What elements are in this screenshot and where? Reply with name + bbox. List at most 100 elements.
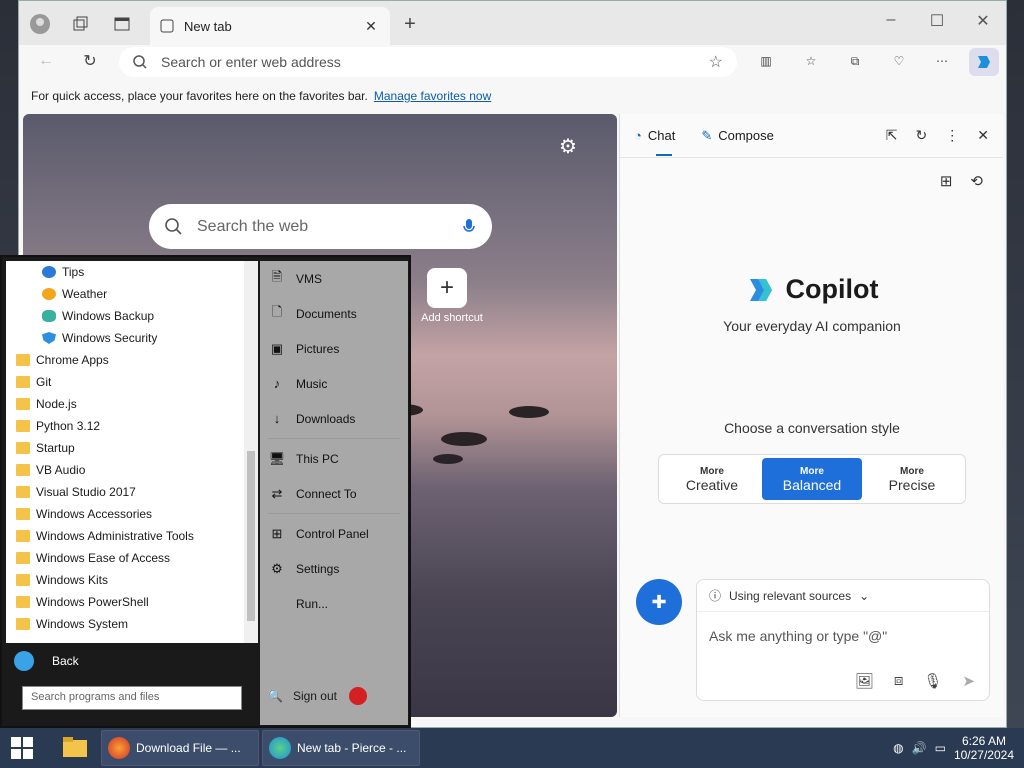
browser-essentials-icon[interactable]: ♡ xyxy=(888,50,910,72)
add-shortcut-button[interactable]: + xyxy=(427,268,467,308)
start-item-downloads[interactable]: ↓ Downloads xyxy=(260,401,408,436)
clock[interactable]: 6:26 AM 10/27/2024 xyxy=(954,734,1014,762)
copilot-icon[interactable] xyxy=(969,48,999,76)
list-item[interactable]: VB Audio xyxy=(6,459,258,481)
manage-favorites-link[interactable]: Manage favorites now xyxy=(374,89,491,103)
program-search-input[interactable]: Search programs and files xyxy=(22,686,242,710)
list-item[interactable]: Startup xyxy=(6,437,258,459)
list-item[interactable]: Windows PowerShell xyxy=(6,591,258,613)
close-window-button[interactable]: ✕ xyxy=(970,11,996,33)
start-item-documents[interactable]: 🗋 Documents xyxy=(260,296,408,331)
network-globe-icon[interactable]: ◍ xyxy=(893,741,903,755)
rock xyxy=(433,454,463,464)
list-item[interactable]: Chrome Apps xyxy=(6,349,258,371)
copilot-header: ◔ Chat ✎ Compose ⇱ ↻ ⋮ ✕ xyxy=(620,114,1003,158)
favorite-star-icon[interactable]: ☆ xyxy=(709,52,723,72)
page-settings-gear-icon[interactable]: ⚙ xyxy=(559,134,577,159)
folder-icon xyxy=(16,596,30,608)
volume-icon[interactable]: 🔊 xyxy=(912,741,927,755)
list-item[interactable]: Node.js xyxy=(6,393,258,415)
sources-selector[interactable]: ⓘ Using relevant sources ⌄ xyxy=(697,580,989,612)
screenshot-icon[interactable]: ⧈ xyxy=(894,672,904,690)
list-item[interactable]: Tips xyxy=(6,261,258,283)
start-item-run[interactable]: Run... xyxy=(260,586,408,621)
taskbar-item-firefox[interactable]: Download File — ... xyxy=(101,730,259,766)
style-creative-button[interactable]: More Creative xyxy=(662,458,762,500)
workspaces-icon[interactable] xyxy=(69,13,91,35)
start-button[interactable] xyxy=(10,736,34,763)
list-item[interactable]: Windows Administrative Tools xyxy=(6,525,258,547)
microphone-icon[interactable] xyxy=(462,218,476,236)
pictures-icon: ▣ xyxy=(270,340,284,356)
documents-icon: 🗋 xyxy=(271,303,283,319)
tab-new-tab[interactable]: New tab ✕ xyxy=(150,7,390,45)
split-screen-icon[interactable]: ▥ xyxy=(755,50,777,72)
back-button[interactable]: Back xyxy=(6,647,258,675)
weather-icon xyxy=(42,288,56,300)
profile-icon[interactable] xyxy=(29,13,51,35)
refresh-icon[interactable]: ↻ xyxy=(79,50,101,72)
close-tab-icon[interactable]: ✕ xyxy=(362,18,380,35)
list-item[interactable]: Visual Studio 2017 xyxy=(6,481,258,503)
start-item-this-pc[interactable]: 🖥 This PC xyxy=(260,441,408,476)
copilot-title: Copilot xyxy=(785,274,879,304)
vertical-tabs-icon[interactable] xyxy=(111,13,133,35)
chat-input[interactable]: Ask me anything or type "@" xyxy=(697,612,989,660)
start-item-vms[interactable]: 🗎 VMS xyxy=(260,261,408,296)
plugins-icon[interactable]: ⊞ xyxy=(940,172,953,190)
list-item[interactable]: Windows Backup xyxy=(6,305,258,327)
web-search-box[interactable]: Search the web xyxy=(149,204,492,249)
list-item[interactable]: Windows Ease of Access xyxy=(6,547,258,569)
more-menu-icon[interactable]: ⋯ xyxy=(931,50,953,72)
list-item[interactable]: Weather xyxy=(6,283,258,305)
firefox-icon xyxy=(108,737,130,759)
new-tab-button[interactable]: + xyxy=(399,13,421,35)
tab-chat[interactable]: ◔ Chat xyxy=(634,128,675,156)
add-shortcut-label: Add shortcut xyxy=(421,312,483,324)
list-item[interactable]: Windows Security xyxy=(6,327,258,349)
refresh-icon[interactable]: ↻ xyxy=(916,127,928,144)
start-item-pictures[interactable]: ▣ Pictures xyxy=(260,331,408,366)
new-chat-button[interactable]: ✚ xyxy=(636,579,682,625)
scrollbar-thumb[interactable] xyxy=(247,451,255,621)
system-tray: ◍ 🔊 ▭ 6:26 AM 10/27/2024 xyxy=(893,728,1014,768)
list-item[interactable]: Python 3.12 xyxy=(6,415,258,437)
history-icon[interactable]: ⟲ xyxy=(970,172,983,190)
music-icon: ♪ xyxy=(273,376,281,391)
back-arrow-icon[interactable]: ← xyxy=(35,50,57,72)
conversation-style-selector: More Creative More Balanced More Precise xyxy=(658,454,966,504)
tab-compose[interactable]: ✎ Compose xyxy=(701,128,774,144)
address-bar-row: ← ↻ Search or enter web address ☆ ▥ ☆ ⧉ … xyxy=(19,45,1006,79)
control-panel-icon: ⊞ xyxy=(271,525,283,541)
send-icon[interactable]: ➤ xyxy=(962,672,975,690)
file-explorer-icon[interactable] xyxy=(62,736,88,761)
start-item-settings[interactable]: ⚙ Settings xyxy=(260,551,408,586)
style-balanced-button[interactable]: More Balanced xyxy=(762,458,862,500)
open-external-icon[interactable]: ⇱ xyxy=(886,127,898,144)
start-item-control-panel[interactable]: ⊞ Control Panel xyxy=(260,516,408,551)
minimize-button[interactable]: – xyxy=(878,11,904,33)
add-image-icon[interactable]: 🖼 xyxy=(855,672,874,690)
taskbar-item-edge[interactable]: New tab - Pierce - ... xyxy=(262,730,420,766)
more-options-icon[interactable]: ⋮ xyxy=(945,127,959,144)
microphone-icon[interactable]: 🎙 xyxy=(923,672,942,690)
address-input[interactable]: Search or enter web address ☆ xyxy=(119,47,737,77)
notification-icon[interactable]: ▭ xyxy=(935,741,946,755)
list-item[interactable]: Git xyxy=(6,371,258,393)
style-precise-button[interactable]: More Precise xyxy=(862,458,962,500)
rock xyxy=(509,406,549,418)
sign-out-button[interactable]: 🔍 Sign out xyxy=(260,679,408,713)
list-item[interactable]: Windows Kits xyxy=(6,569,258,591)
close-icon[interactable]: ✕ xyxy=(977,127,989,144)
program-list-scrollbar[interactable] xyxy=(244,261,258,643)
key-icon: 🔍 xyxy=(268,689,283,703)
list-item[interactable]: Windows Accessories xyxy=(6,503,258,525)
start-item-music[interactable]: ♪ Music xyxy=(260,366,408,401)
maximize-button[interactable]: ☐ xyxy=(924,11,950,33)
start-item-connect-to[interactable]: ⇄ Connect To xyxy=(260,476,408,511)
list-item[interactable]: Windows System xyxy=(6,613,258,635)
collections-icon[interactable]: ⧉ xyxy=(844,50,866,72)
favorites-icon[interactable]: ☆ xyxy=(800,50,822,72)
copilot-sidebar: ◔ Chat ✎ Compose ⇱ ↻ ⋮ ✕ ⊞ ⟲ Copilot Your … xyxy=(619,114,1003,717)
page-icon xyxy=(160,19,174,33)
